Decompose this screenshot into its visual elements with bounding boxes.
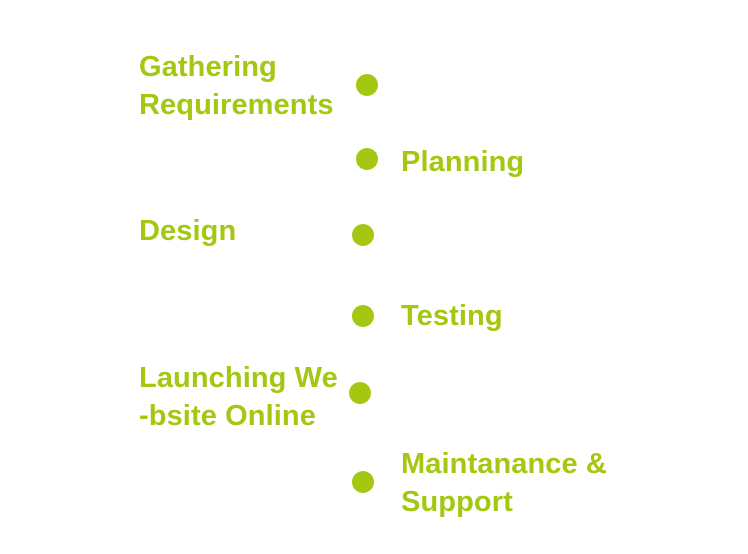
step-label-line: Maintanance & bbox=[401, 448, 607, 480]
timeline-dot bbox=[356, 74, 378, 96]
step-label-line: -bsite Online bbox=[139, 400, 316, 432]
timeline-dot bbox=[352, 305, 374, 327]
step-label-line: Support bbox=[401, 486, 513, 518]
step-label-maintenance-support: Maintanance & Support bbox=[401, 445, 607, 521]
timeline-dot bbox=[356, 148, 378, 170]
timeline-dot bbox=[352, 471, 374, 493]
step-label-line: Testing bbox=[401, 300, 503, 332]
step-label-line: Gathering bbox=[139, 51, 277, 83]
timeline-dot bbox=[352, 224, 374, 246]
process-timeline: Gathering Requirements Planning Design T… bbox=[0, 0, 748, 554]
timeline-dot bbox=[349, 382, 371, 404]
step-label-line: Requirements bbox=[139, 89, 334, 121]
step-label-line: Design bbox=[139, 215, 237, 247]
step-label-planning: Planning bbox=[401, 143, 524, 181]
step-label-line: Launching We bbox=[139, 362, 338, 394]
step-label-design: Design bbox=[139, 212, 236, 250]
step-label-line: Planning bbox=[401, 146, 525, 178]
step-label-gathering-requirements: Gathering Requirements bbox=[139, 48, 334, 124]
step-label-testing: Testing bbox=[401, 297, 503, 335]
step-label-launching-website: Launching We -bsite Online bbox=[139, 359, 338, 435]
